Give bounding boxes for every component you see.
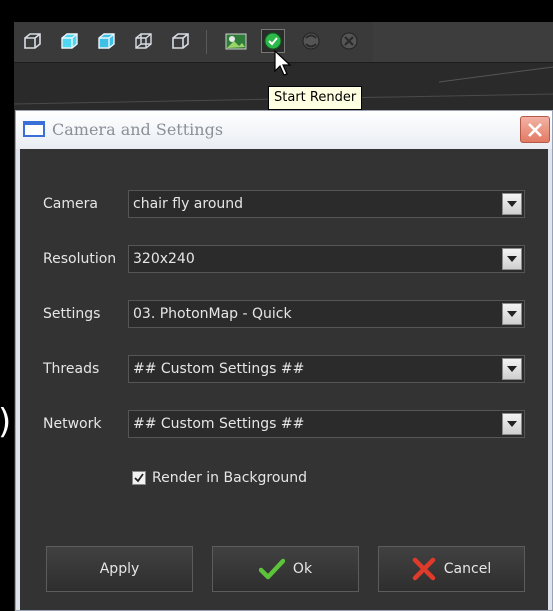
toolbar-empty-area bbox=[373, 22, 553, 63]
camera-select-value: chair fly around bbox=[133, 196, 244, 212]
cube-outline-alt-icon[interactable] bbox=[168, 29, 192, 53]
stop-render-icon[interactable] bbox=[337, 29, 361, 53]
close-icon bbox=[528, 122, 542, 137]
threads-label: Threads bbox=[43, 361, 100, 377]
threads-select[interactable]: ## Custom Settings ## bbox=[128, 355, 525, 383]
network-select-value: ## Custom Settings ## bbox=[133, 416, 305, 432]
resolution-select[interactable]: 320x240 bbox=[128, 245, 525, 273]
chevron-down-icon[interactable] bbox=[502, 248, 522, 270]
render-in-background-checkbox[interactable] bbox=[132, 471, 146, 485]
window-icon bbox=[23, 121, 45, 137]
resolution-label: Resolution bbox=[43, 251, 117, 267]
close-button[interactable] bbox=[520, 116, 550, 143]
render-toolbar bbox=[14, 22, 373, 63]
ok-button[interactable]: Ok bbox=[212, 546, 359, 592]
chevron-down-icon[interactable] bbox=[502, 303, 522, 325]
cancel-x-icon bbox=[412, 557, 436, 581]
network-select[interactable]: ## Custom Settings ## bbox=[128, 410, 525, 438]
camera-settings-dialog: Camera and Settings Camera chair fly aro… bbox=[15, 110, 553, 611]
dialog-body: Camera chair fly around Resolution 320x2… bbox=[20, 149, 548, 610]
start-render-tooltip: Start Render bbox=[268, 86, 363, 110]
toolbar-separator bbox=[206, 30, 207, 54]
render-region-icon[interactable] bbox=[224, 29, 248, 53]
apply-button-label: Apply bbox=[99, 561, 140, 577]
cancel-button-label: Cancel bbox=[443, 561, 492, 577]
render-sequence-icon[interactable] bbox=[299, 29, 323, 53]
dialog-title: Camera and Settings bbox=[52, 120, 224, 139]
chevron-down-icon[interactable] bbox=[502, 193, 522, 215]
camera-select[interactable]: chair fly around bbox=[128, 190, 525, 218]
mouse-cursor-icon bbox=[274, 49, 292, 82]
ok-button-label: Ok bbox=[292, 561, 313, 577]
checkmark-icon bbox=[258, 558, 285, 580]
cube-wireframe-icon[interactable] bbox=[20, 29, 44, 53]
render-in-background-option[interactable]: Render in Background bbox=[132, 468, 307, 488]
settings-select-value: 03. PhotonMap - Quick bbox=[133, 306, 292, 322]
chevron-down-icon[interactable] bbox=[502, 413, 522, 435]
render-in-background-label: Render in Background bbox=[152, 470, 308, 486]
cube-solid-alt-icon[interactable] bbox=[94, 29, 118, 53]
camera-label: Camera bbox=[43, 196, 98, 212]
dialog-titlebar[interactable]: Camera and Settings bbox=[16, 111, 552, 149]
cube-outline-icon[interactable] bbox=[131, 29, 155, 53]
network-label: Network bbox=[43, 416, 102, 432]
checkmark-icon bbox=[134, 473, 144, 483]
chevron-down-icon[interactable] bbox=[502, 358, 522, 380]
settings-label: Settings bbox=[43, 306, 101, 322]
settings-select[interactable]: 03. PhotonMap - Quick bbox=[128, 300, 525, 328]
threads-select-value: ## Custom Settings ## bbox=[133, 361, 305, 377]
apply-button[interactable]: Apply bbox=[46, 546, 193, 592]
cube-solid-icon[interactable] bbox=[57, 29, 81, 53]
resolution-select-value: 320x240 bbox=[133, 251, 195, 267]
cancel-button[interactable]: Cancel bbox=[378, 546, 525, 592]
viewport-edge-glyph: ) bbox=[0, 402, 11, 442]
